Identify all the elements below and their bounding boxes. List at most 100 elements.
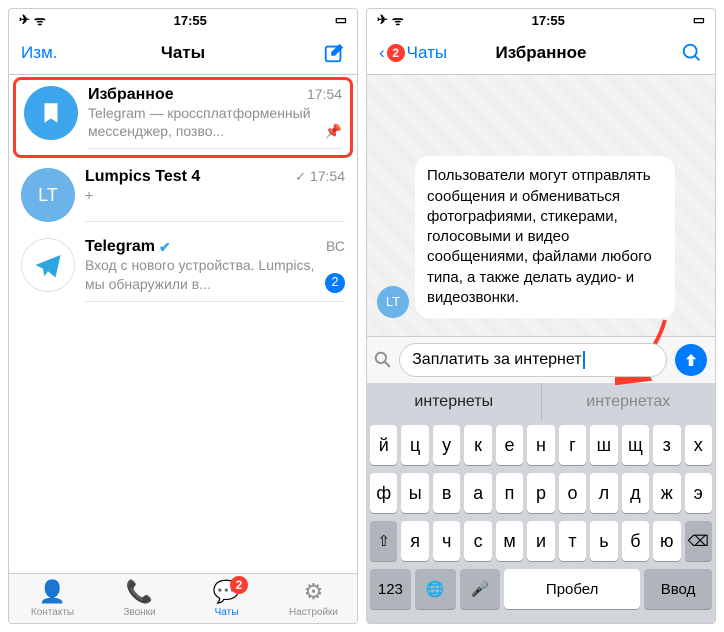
avatar: LT — [21, 168, 75, 222]
key-у[interactable]: у — [433, 425, 460, 465]
key-а[interactable]: а — [464, 473, 491, 513]
attach-button[interactable]: ⚲ — [368, 345, 398, 375]
input-text: Заплатить за интернет — [412, 351, 581, 369]
key-е[interactable]: е — [496, 425, 523, 465]
input-bar: ⚲ Заплатить за интернет — [367, 336, 715, 383]
key-123[interactable]: 123 — [370, 569, 411, 609]
key-б[interactable]: б — [622, 521, 649, 561]
status-time: 17:55 — [532, 13, 565, 28]
status-time: 17:55 — [174, 13, 207, 28]
message-bubble[interactable]: LT Пользователи могут отправлять сообщен… — [415, 156, 675, 318]
key-г[interactable]: г — [559, 425, 586, 465]
key-ы[interactable]: ы — [401, 473, 428, 513]
key-п[interactable]: п — [496, 473, 523, 513]
gear-icon: ⚙︎ — [304, 579, 324, 605]
key-к[interactable]: к — [464, 425, 491, 465]
compose-button[interactable] — [323, 42, 345, 64]
phone-chat-saved: ✈︎ ᯤ 17:55 ▭ ‹ 2 Чаты Избранное LT Польз… — [366, 8, 716, 624]
compose-icon — [323, 42, 345, 64]
key-р[interactable]: р — [527, 473, 554, 513]
key-ч[interactable]: ч — [433, 521, 460, 561]
saved-messages-icon — [24, 86, 78, 140]
battery-icon: ▭ — [693, 12, 705, 28]
key-ц[interactable]: ц — [401, 425, 428, 465]
key-ш[interactable]: ш — [590, 425, 617, 465]
key-ю[interactable]: ю — [653, 521, 680, 561]
key-с[interactable]: с — [464, 521, 491, 561]
key-н[interactable]: н — [527, 425, 554, 465]
tab-label: Контакты — [31, 607, 74, 618]
key-д[interactable]: д — [622, 473, 649, 513]
telegram-icon — [21, 238, 75, 292]
key-м[interactable]: м — [496, 521, 523, 561]
keyboard: йцукенгшщзх фывапролджэ ⇧ячсмитьбю⌫ 123🌐… — [367, 421, 715, 623]
key-х[interactable]: х — [685, 425, 712, 465]
send-button[interactable] — [675, 344, 707, 376]
key-ь[interactable]: ь — [590, 521, 617, 561]
message-area[interactable]: LT Пользователи могут отправлять сообщен… — [367, 75, 715, 336]
edit-button[interactable]: Изм. — [21, 43, 57, 63]
key-т[interactable]: т — [559, 521, 586, 561]
contacts-icon: 👤 — [39, 579, 66, 605]
wifi-icon: ᯤ — [34, 11, 46, 29]
key-щ[interactable]: щ — [622, 425, 649, 465]
back-button[interactable]: ‹ 2 Чаты — [379, 43, 447, 63]
tab-label: Настройки — [289, 607, 338, 618]
text-cursor — [583, 351, 585, 369]
key-й[interactable]: й — [370, 425, 397, 465]
tab-settings[interactable]: ⚙︎ Настройки — [270, 574, 357, 623]
chat-time: ✓ 17:54 — [295, 168, 345, 185]
key-⇧[interactable]: ⇧ — [370, 521, 397, 561]
status-bar: ✈︎ ᯤ 17:55 ▭ — [9, 9, 357, 31]
chat-row-telegram[interactable]: Telegram ✔︎ ВС Вход с нового устройства.… — [9, 230, 357, 309]
avatar: LT — [377, 286, 409, 318]
key-ж[interactable]: ж — [653, 473, 680, 513]
nav-title: Избранное — [496, 43, 587, 63]
unread-badge: 2 — [325, 273, 345, 293]
key-ф[interactable]: ф — [370, 473, 397, 513]
verified-icon: ✔︎ — [159, 239, 171, 256]
chat-row-lumpics[interactable]: LT Lumpics Test 4 ✓ 17:54 + — [9, 160, 357, 230]
key-я[interactable]: я — [401, 521, 428, 561]
key-⌫[interactable]: ⌫ — [685, 521, 712, 561]
suggestion-bar: интернеты интернетах — [367, 383, 715, 421]
chat-name: Telegram ✔︎ — [85, 238, 171, 256]
calls-icon: 📞 — [126, 579, 153, 605]
back-label: Чаты — [407, 43, 447, 63]
suggestion[interactable]: интернеты — [367, 383, 542, 421]
tab-chats[interactable]: 💬 2 Чаты — [183, 574, 270, 623]
search-icon — [681, 42, 703, 64]
nav-bar-chats: Изм. Чаты — [9, 31, 357, 75]
chat-name: Lumpics Test 4 — [85, 168, 200, 186]
key-и[interactable]: и — [527, 521, 554, 561]
key-🌐[interactable]: 🌐 — [415, 569, 456, 609]
tab-label: Чаты — [215, 607, 239, 618]
arrow-up-icon — [682, 351, 700, 369]
suggestion[interactable]: интернетах — [542, 383, 716, 421]
tab-contacts[interactable]: 👤 Контакты — [9, 574, 96, 623]
phone-chats-list: ✈︎ ᯤ 17:55 ▭ Изм. Чаты Избранное 17:54 T… — [8, 8, 358, 624]
search-button[interactable] — [681, 42, 703, 64]
key-Пробел[interactable]: Пробел — [504, 569, 640, 609]
chevron-left-icon: ‹ — [379, 43, 385, 63]
chat-time: 17:54 — [307, 86, 342, 102]
message-input[interactable]: Заплатить за интернет — [399, 343, 667, 377]
tab-bar: 👤 Контакты 📞 Звонки 💬 2 Чаты ⚙︎ Настройк… — [9, 573, 357, 623]
tab-calls[interactable]: 📞 Звонки — [96, 574, 183, 623]
chat-row-saved[interactable]: Избранное 17:54 Telegram — кроссплатформ… — [13, 77, 353, 158]
key-о[interactable]: о — [559, 473, 586, 513]
nav-title: Чаты — [161, 43, 205, 63]
key-э[interactable]: э — [685, 473, 712, 513]
key-Ввод[interactable]: Ввод — [644, 569, 712, 609]
tab-badge: 2 — [230, 576, 248, 594]
key-🎤[interactable]: 🎤 — [460, 569, 501, 609]
chat-time: ВС — [326, 238, 345, 254]
key-л[interactable]: л — [590, 473, 617, 513]
chat-preview: Вход с нового устройства. Lumpics, мы об… — [85, 256, 325, 292]
chat-preview: Telegram — кроссплатформенный мессенджер… — [88, 104, 325, 140]
key-з[interactable]: з — [653, 425, 680, 465]
key-в[interactable]: в — [433, 473, 460, 513]
nav-bar-chat: ‹ 2 Чаты Избранное — [367, 31, 715, 75]
chat-preview: + — [85, 186, 345, 204]
chat-name: Избранное — [88, 86, 174, 104]
